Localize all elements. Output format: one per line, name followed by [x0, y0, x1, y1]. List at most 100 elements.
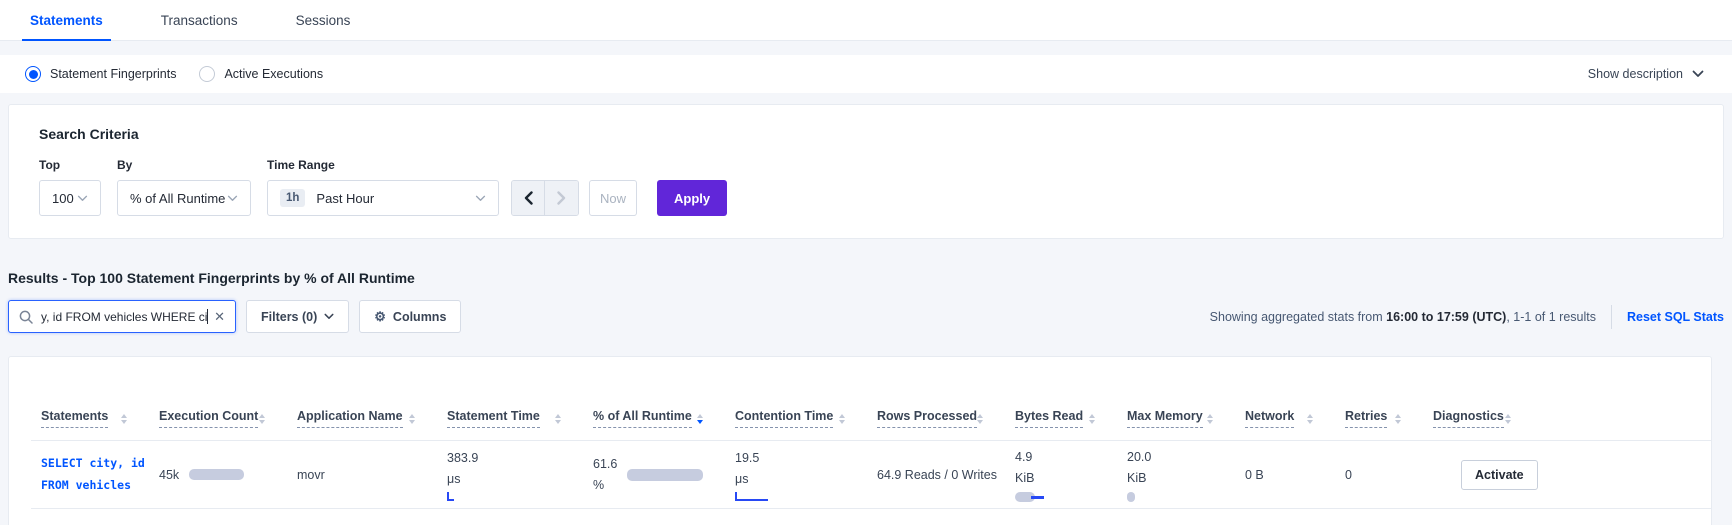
sort-icon[interactable] [1207, 413, 1213, 424]
contention-time-unit: μs [735, 472, 749, 486]
column-header-statements[interactable]: Statements [41, 409, 109, 428]
tab-statements[interactable]: Statements [22, 0, 111, 41]
statements-table: Statements Execution Count Application N… [31, 357, 1711, 509]
results-heading: Results - Top 100 Statement Fingerprints… [8, 270, 415, 286]
chevron-down-icon [475, 195, 486, 202]
clear-search-icon[interactable]: ✕ [208, 309, 225, 325]
sort-icon[interactable] [409, 413, 415, 424]
search-criteria-controls: Top 100 By % of All Runtime Time Range 1… [39, 158, 1701, 216]
table-header-row: Statements Execution Count Application N… [31, 357, 1711, 441]
top-label: Top [39, 158, 61, 172]
max-memory-value: 20.0 [1127, 450, 1152, 464]
column-header-application-name[interactable]: Application Name [297, 409, 403, 428]
chevron-down-icon [227, 195, 238, 202]
search-criteria-title: Search Criteria [39, 126, 139, 142]
column-header-rows-processed[interactable]: Rows Processed [877, 409, 978, 428]
bytes-read-unit: KiB [1015, 471, 1035, 485]
tab-transactions[interactable]: Transactions [153, 0, 246, 40]
previous-time-window-button[interactable] [512, 181, 545, 215]
chevron-down-icon [324, 313, 334, 320]
statement-time-bar [447, 492, 454, 501]
now-button[interactable]: Now [589, 180, 637, 216]
chevron-right-icon [557, 191, 566, 205]
vertical-divider [1610, 304, 1612, 329]
column-header-max-memory[interactable]: Max Memory [1127, 409, 1203, 428]
apply-button[interactable]: Apply [657, 180, 728, 216]
radio-statement-fingerprints-label: Statement Fingerprints [50, 67, 177, 81]
radio-statement-fingerprints[interactable]: Statement Fingerprints [25, 66, 176, 82]
chevron-left-icon [524, 191, 533, 205]
statement-time-unit: μs [447, 472, 461, 486]
search-icon [19, 310, 33, 324]
column-header-network[interactable]: Network [1245, 409, 1295, 428]
network-value: 0 B [1245, 467, 1264, 482]
max-memory-cell: 20.0 KiB [1127, 447, 1235, 489]
columns-button[interactable]: ⚙ Columns [359, 300, 462, 333]
statement-fingerprint-link[interactable]: SELECT city, id FROM vehicles [41, 453, 159, 497]
sort-icon[interactable] [1307, 413, 1313, 424]
execution-count-value: 45k [159, 467, 180, 482]
aggregated-stats-text: Showing aggregated stats from 16:00 to 1… [1210, 310, 1596, 324]
bytes-read-value: 4.9 [1015, 450, 1033, 464]
radio-selected-icon [25, 66, 41, 82]
chevron-down-icon [1692, 70, 1704, 78]
filters-button-label: Filters (0) [261, 309, 318, 324]
search-criteria-card: Search Criteria Top 100 By % of All Runt… [8, 104, 1724, 239]
show-description-toggle[interactable]: Show description [1588, 67, 1704, 81]
sort-icon[interactable] [1089, 413, 1095, 424]
max-memory-unit: KiB [1127, 471, 1147, 485]
time-range-select[interactable]: 1h Past Hour [267, 180, 499, 216]
statements-table-card: Statements Execution Count Application N… [8, 356, 1712, 525]
stats-time-range: 16:00 to 17:59 (UTC) [1386, 309, 1507, 324]
stats-suffix: , 1-1 of 1 results [1506, 309, 1596, 324]
show-description-label: Show description [1587, 67, 1683, 81]
execution-count-bar [189, 469, 245, 480]
sort-icon[interactable] [121, 413, 127, 424]
retries-value: 0 [1345, 467, 1352, 482]
column-header-execution-count[interactable]: Execution Count [159, 409, 259, 428]
time-range-badge: 1h [280, 189, 306, 207]
column-header-contention-time[interactable]: Contention Time [735, 409, 834, 428]
time-range-value: Past Hour [316, 190, 375, 206]
column-header-retries[interactable]: Retries [1345, 409, 1388, 428]
sort-icon[interactable] [977, 413, 984, 424]
max-memory-bar [1127, 492, 1135, 502]
rows-processed-value: 64.9 Reads / 0 Writes [877, 467, 997, 482]
columns-button-label: Columns [392, 309, 447, 324]
bytes-read-cell: 4.9 KiB [1015, 447, 1117, 489]
table-row: SELECT city, id FROM vehicles 45k movr 3… [31, 440, 1711, 509]
radio-active-executions[interactable]: Active Executions [199, 66, 323, 82]
sort-icon[interactable] [1395, 413, 1401, 424]
filters-button[interactable]: Filters (0) [246, 300, 350, 333]
column-header-pct-runtime[interactable]: % of All Runtime [593, 409, 692, 428]
search-input[interactable]: y, id FROM vehicles WHERE city = $1 ✕ [8, 300, 236, 333]
tab-sessions[interactable]: Sessions [288, 0, 359, 40]
sort-icon[interactable] [555, 413, 561, 424]
pct-runtime-value: 61.6 [593, 456, 618, 471]
pct-runtime-bar [627, 468, 704, 481]
sql-activity-page: Statements Transactions Sessions Stateme… [0, 0, 1732, 525]
by-select[interactable]: % of All Runtime [117, 180, 251, 216]
sort-icon[interactable] [259, 413, 265, 424]
view-mode-bar: Statement Fingerprints Active Executions… [0, 55, 1732, 93]
stats-prefix: Showing aggregated stats from [1209, 309, 1387, 324]
column-header-statement-time[interactable]: Statement Time [447, 409, 540, 428]
application-name-value: movr [297, 467, 325, 482]
pct-runtime-cell: 61.6 % [593, 454, 617, 496]
sort-desc-icon[interactable] [697, 413, 703, 424]
activate-diagnostics-button[interactable]: Activate [1461, 459, 1538, 490]
time-range-field: Time Range 1h Past Hour [267, 158, 499, 216]
reset-sql-stats-link[interactable]: Reset SQL Stats [1627, 310, 1724, 324]
column-header-diagnostics[interactable]: Diagnostics [1433, 409, 1504, 428]
radio-unselected-icon [199, 66, 216, 82]
gear-icon: ⚙ [374, 308, 386, 324]
top-select[interactable]: 100 [39, 180, 101, 216]
top-select-value: 100 [52, 190, 74, 206]
top-field: Top 100 [39, 158, 101, 216]
next-time-window-button[interactable] [545, 181, 578, 215]
pct-runtime-unit: % [593, 477, 605, 492]
sort-icon[interactable] [839, 413, 845, 424]
time-range-pager [511, 180, 579, 216]
sort-icon[interactable] [1505, 413, 1511, 424]
column-header-bytes-read[interactable]: Bytes Read [1015, 409, 1084, 428]
